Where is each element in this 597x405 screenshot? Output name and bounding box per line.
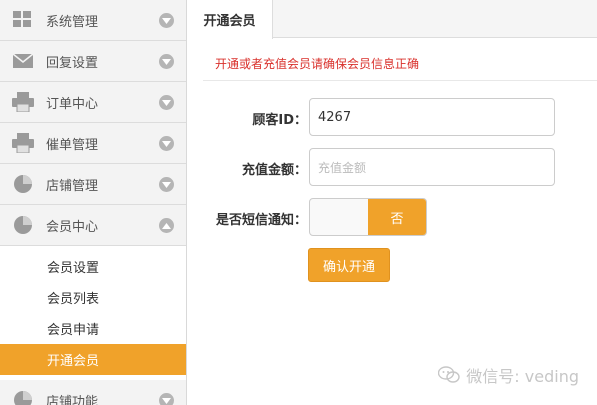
submenu-member-applications[interactable]: 会员申请 — [0, 313, 186, 344]
sidebar-item-label: 会员中心 — [46, 219, 99, 235]
pie-chart-icon — [12, 215, 34, 235]
chevron-down-icon[interactable] — [159, 13, 174, 28]
sidebar-item-reminders[interactable]: 催单管理 — [0, 123, 186, 164]
sidebar-item-label: 订单中心 — [46, 96, 99, 112]
customer-id-field[interactable]: 4267 — [309, 98, 555, 136]
printer-icon — [12, 133, 34, 153]
sidebar-item-orders[interactable]: 订单中心 — [0, 82, 186, 123]
chevron-down-icon[interactable] — [159, 393, 174, 405]
pie-chart-icon — [12, 174, 34, 194]
sidebar-item-label: 回复设置 — [46, 55, 99, 71]
submenu-member-settings[interactable]: 会员设置 — [0, 251, 186, 282]
watermark: 微信号: veding — [438, 363, 579, 387]
member-submenu: 会员设置 会员列表 会员申请 开通会员 — [0, 246, 186, 380]
chevron-down-icon[interactable] — [159, 177, 174, 192]
watermark-text: 微信号: veding — [466, 367, 579, 386]
sms-toggle[interactable]: 否 — [309, 198, 427, 236]
chevron-up-icon[interactable] — [159, 218, 174, 233]
sms-label: 是否短信通知： — [215, 213, 307, 228]
sidebar-item-members[interactable]: 会员中心 — [0, 205, 186, 246]
grid-icon — [12, 10, 34, 30]
amount-field[interactable]: 充值金额 — [309, 148, 555, 186]
tab-open-membership[interactable]: 开通会员 — [187, 0, 273, 39]
pie-chart-icon — [12, 390, 34, 405]
amount-label: 充值金额： — [241, 163, 307, 178]
submenu-open-membership[interactable]: 开通会员 — [0, 344, 186, 375]
sms-toggle-off[interactable]: 否 — [368, 199, 426, 235]
divider — [203, 80, 597, 81]
sidebar-item-label: 系统管理 — [46, 14, 99, 30]
mail-icon — [12, 51, 34, 71]
chevron-down-icon[interactable] — [159, 54, 174, 69]
sidebar-item-reply[interactable]: 回复设置 — [0, 41, 186, 82]
submenu-member-list[interactable]: 会员列表 — [0, 282, 186, 313]
printer-icon — [12, 92, 34, 112]
sidebar-item-store[interactable]: 店铺管理 — [0, 164, 186, 205]
main-panel: 开通会员 开通或者充值会员请确保会员信息正确 顾客ID： 4267 充值金额： … — [187, 0, 597, 405]
notice-text: 开通或者充值会员请确保会员信息正确 — [215, 57, 420, 71]
tab-bar: 开通会员 — [187, 0, 597, 39]
chevron-down-icon[interactable] — [159, 95, 174, 110]
sidebar: 系统管理 回复设置 订单中心 催单管理 店铺管理 会员中心 会员设置 会员列表 … — [0, 0, 187, 405]
chevron-down-icon[interactable] — [159, 136, 174, 151]
sidebar-item-system[interactable]: 系统管理 — [0, 0, 186, 41]
sidebar-item-label: 店铺管理 — [46, 178, 99, 194]
sidebar-item-label: 催单管理 — [46, 137, 99, 153]
wechat-icon — [438, 366, 460, 384]
sidebar-item-store-functions[interactable]: 店铺功能 — [0, 380, 186, 405]
sidebar-item-label: 店铺功能 — [46, 394, 99, 405]
confirm-open-button[interactable]: 确认开通 — [308, 248, 390, 282]
customer-id-label: 顾客ID： — [252, 113, 307, 128]
